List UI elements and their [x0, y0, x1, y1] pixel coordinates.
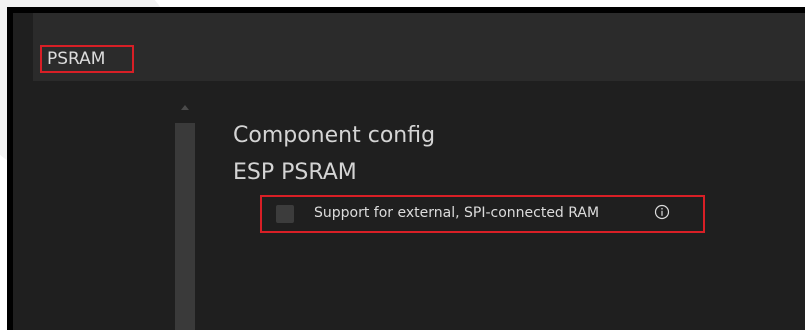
- header-bar: [33, 13, 805, 81]
- scroll-up-arrow-icon[interactable]: [181, 105, 189, 110]
- option-label: Support for external, SPI-connected RAM: [314, 205, 600, 221]
- psram-settings-panel: PSRAM Component config ESP PSRAM Support…: [13, 13, 805, 330]
- scrollbar[interactable]: [175, 123, 195, 330]
- page-title: PSRAM: [40, 45, 134, 73]
- option-spiram-support[interactable]: Support for external, SPI-connected RAM: [260, 195, 705, 233]
- section-path-esp-psram: ESP PSRAM: [233, 160, 357, 185]
- section-path-component-config: Component config: [233, 123, 436, 148]
- info-icon[interactable]: [654, 204, 670, 220]
- spiram-support-checkbox[interactable]: [276, 205, 294, 223]
